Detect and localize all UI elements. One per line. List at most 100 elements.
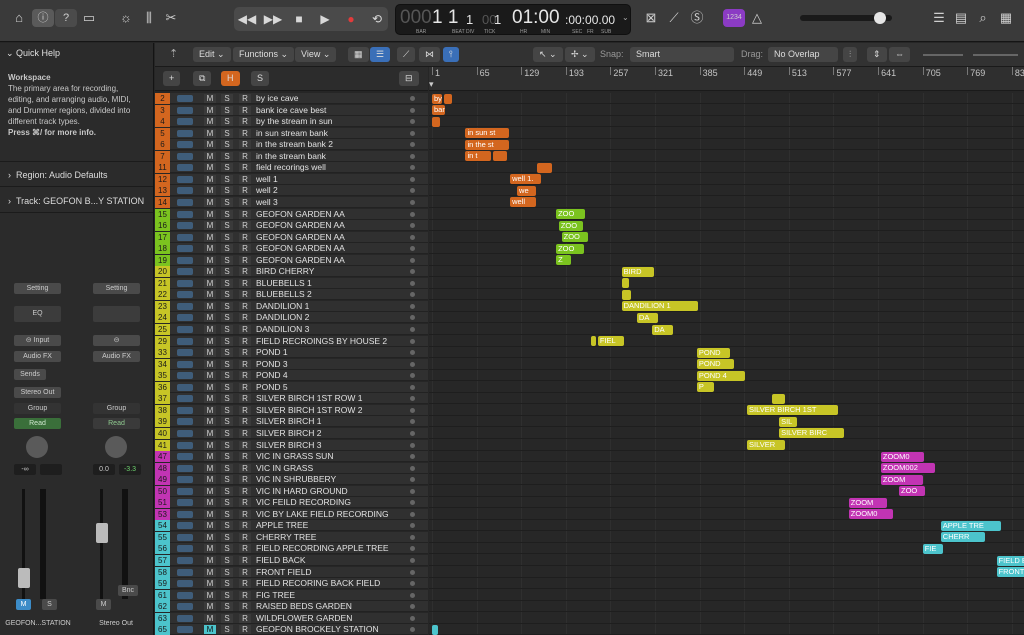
track-header[interactable]: 19 M S R GEOFON GARDEN AA <box>155 254 428 266</box>
audio-region[interactable]: Z <box>556 255 571 266</box>
track-lane[interactable] <box>429 278 1024 289</box>
replace-icon[interactable]: ⊠ <box>640 8 662 28</box>
track-header[interactable]: 59 M S R FIELD RECORING BACK FIELD <box>155 578 428 590</box>
solo-button[interactable]: S <box>221 590 233 600</box>
smart-controls-icon[interactable]: ☼ <box>115 8 137 28</box>
info-icon[interactable]: ⓘ <box>32 9 54 27</box>
solo-button[interactable]: S <box>221 221 233 231</box>
track-name[interactable]: SILVER BIRCH 3 <box>256 440 322 451</box>
solo-button[interactable]: S <box>221 94 233 103</box>
record-enable-button[interactable]: R <box>239 174 251 184</box>
solo-button[interactable]: S <box>221 359 233 369</box>
track-lane[interactable] <box>429 209 1024 220</box>
audio-region[interactable]: well <box>510 197 536 208</box>
mute-button[interactable]: M <box>204 325 216 334</box>
record-enable-button[interactable]: R <box>239 463 251 473</box>
track-name[interactable]: POND 5 <box>256 382 288 393</box>
audio-region[interactable]: ZOOM0 <box>848 509 894 520</box>
mute-button[interactable]: M <box>204 267 216 277</box>
audio-region[interactable]: FIELD BAC <box>996 555 1024 566</box>
solo-button[interactable]: S <box>221 475 233 485</box>
track-name[interactable]: VIC BY LAKE FIELD RECORDING <box>256 509 389 520</box>
track-name[interactable]: well 1 <box>256 174 278 185</box>
record-enable-button[interactable]: R <box>239 325 251 334</box>
track-header[interactable]: 51 M S R VIC FEILD RECORDING <box>155 497 428 509</box>
record-enable-button[interactable]: R <box>239 382 251 392</box>
play-button[interactable]: ▶ <box>312 7 338 31</box>
record-enable-button[interactable]: R <box>239 197 251 207</box>
editors-icon[interactable]: ✂ <box>160 8 182 28</box>
solo-button[interactable]: S <box>221 290 233 300</box>
solo-button[interactable]: S <box>221 613 233 623</box>
solo-tracks-button[interactable]: S <box>251 71 270 86</box>
track-lane[interactable] <box>429 289 1024 301</box>
audio-region[interactable]: SILVER BIRC <box>779 428 844 439</box>
audio-region[interactable]: ZOO <box>898 486 926 497</box>
solo-button[interactable]: S <box>221 521 233 531</box>
waveform-zoom-icon[interactable]: ⫶ <box>843 47 858 62</box>
track-header[interactable]: 12 M S Rwell 1 <box>155 173 428 185</box>
mute-button[interactable]: M <box>204 244 216 254</box>
region-inspector-header[interactable]: › Region: Audio Defaults <box>8 170 108 180</box>
track-name[interactable]: GEOFON GARDEN AA <box>256 220 345 231</box>
rewind-button[interactable]: ◀◀ <box>234 7 260 31</box>
audio-region[interactable]: DA <box>652 324 674 335</box>
volume-fader[interactable] <box>100 489 103 599</box>
track-name[interactable]: POND 1 <box>256 347 288 358</box>
record-enable-button[interactable]: R <box>239 359 251 369</box>
record-enable-button[interactable]: R <box>239 232 251 242</box>
track-header[interactable]: 14 M S Rwell 3 <box>155 196 428 208</box>
mute-button[interactable]: M <box>204 579 216 589</box>
track-name[interactable]: by ice cave <box>256 93 299 104</box>
global-tracks-icon[interactable]: ⊟ <box>399 71 419 86</box>
track-header[interactable]: 13 M S Rwell 2 <box>155 185 428 197</box>
record-button[interactable]: ● <box>338 7 364 31</box>
track-header[interactable]: 5 M S Rin sun stream bank <box>155 127 428 139</box>
mute-button[interactable]: M <box>204 209 216 219</box>
audio-region[interactable]: we <box>517 185 536 196</box>
count-in-button[interactable]: 1234 <box>723 9 745 27</box>
track-header[interactable]: 38 M S R SILVER BIRCH 1ST ROW 2 <box>155 404 428 416</box>
audio-fx-button[interactable]: Audio FX <box>14 351 61 362</box>
track-header[interactable]: 55 M S R CHERRY TREE <box>155 531 428 543</box>
record-enable-button[interactable]: R <box>239 475 251 485</box>
track-lane[interactable] <box>429 428 1024 439</box>
record-enable-button[interactable]: R <box>239 221 251 231</box>
list-editors-icon[interactable]: ☰ <box>928 8 950 28</box>
track-header[interactable]: 22 M S R BLUEBELLS 2 <box>155 289 428 301</box>
track-header[interactable]: 54 M S R APPLE TREE <box>155 520 428 532</box>
track-lane[interactable] <box>429 578 1024 590</box>
loops-icon[interactable]: ⌕ <box>972 8 994 28</box>
track-name[interactable]: DANDILION 2 <box>256 312 309 323</box>
track-header[interactable]: 50 M S R VIC IN HARD GROUND <box>155 485 428 497</box>
solo-button[interactable]: S <box>221 452 233 462</box>
chevron-down-icon[interactable]: ⌄ <box>622 13 629 22</box>
solo-button[interactable]: S <box>221 394 233 404</box>
mute-button[interactable]: M <box>96 599 111 610</box>
solo-button[interactable]: S <box>221 301 233 311</box>
track-name[interactable]: BLUEBELLS 2 <box>256 289 312 300</box>
group-button[interactable]: Group <box>93 403 140 414</box>
track-header[interactable]: 53 M S R VIC BY LAKE FIELD RECORDING <box>155 508 428 520</box>
track-name[interactable]: GEOFON BROCKELY STATION <box>256 624 379 635</box>
record-enable-button[interactable]: R <box>239 267 251 277</box>
audio-region[interactable]: in the st <box>465 139 509 150</box>
audio-region[interactable]: POND <box>696 347 730 358</box>
solo-button[interactable]: S <box>221 186 233 196</box>
mute-button[interactable]: M <box>204 590 216 600</box>
solo-button[interactable]: S <box>221 128 233 138</box>
record-enable-button[interactable]: R <box>239 301 251 311</box>
mute-button[interactable]: M <box>16 599 31 610</box>
track-lane[interactable] <box>429 162 1024 174</box>
audio-region[interactable] <box>493 151 508 162</box>
track-header[interactable]: 18 M S R GEOFON GARDEN AA <box>155 243 428 255</box>
audio-region[interactable] <box>590 336 596 347</box>
mute-button[interactable]: M <box>204 359 216 369</box>
track-name[interactable]: GEOFON GARDEN AA <box>256 243 345 254</box>
track-lane[interactable] <box>429 555 1024 566</box>
add-track-button[interactable]: + <box>163 71 181 86</box>
record-enable-button[interactable]: R <box>239 255 251 265</box>
mute-button[interactable]: M <box>204 128 216 138</box>
solo-button[interactable]: S <box>221 105 233 115</box>
track-name[interactable]: DANDILION 3 <box>256 324 309 335</box>
